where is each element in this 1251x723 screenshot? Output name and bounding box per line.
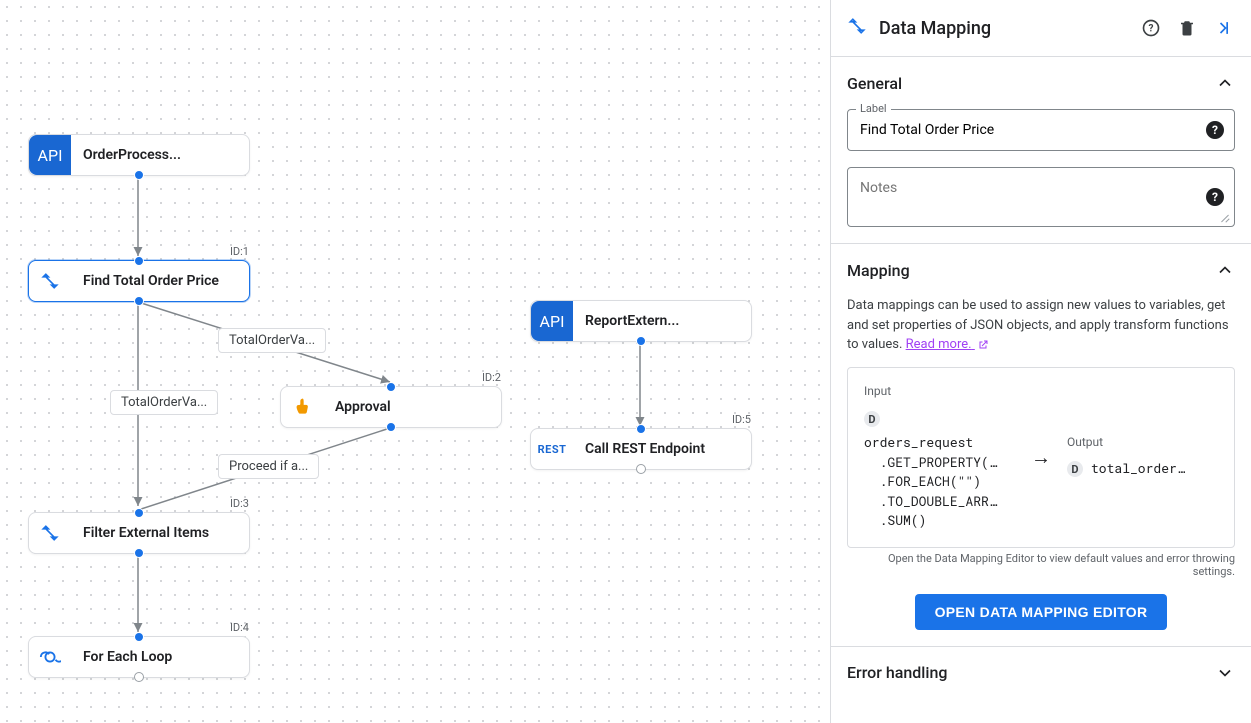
input-column-head: Input bbox=[864, 384, 1015, 398]
approval-icon bbox=[281, 387, 323, 427]
node-for-each-loop[interactable]: For Each Loop ID:4 bbox=[28, 636, 250, 678]
delete-icon[interactable] bbox=[1175, 16, 1199, 40]
rest-icon: REST bbox=[531, 429, 573, 469]
read-more-link[interactable]: Read more. bbox=[906, 337, 989, 352]
variable-type-badge: D bbox=[864, 411, 880, 427]
output-port[interactable] bbox=[134, 548, 144, 558]
node-id-badge: ID:5 bbox=[732, 413, 751, 426]
resize-handle-icon[interactable] bbox=[1220, 212, 1230, 222]
node-id-badge: ID:3 bbox=[230, 497, 249, 510]
input-port[interactable] bbox=[134, 632, 144, 642]
node-label: For Each Loop bbox=[71, 637, 249, 677]
loop-icon bbox=[29, 637, 71, 677]
node-report-extern-trigger[interactable]: API ReportExtern... bbox=[530, 300, 752, 342]
node-label: Find Total Order Price bbox=[71, 261, 249, 301]
node-label: Filter External Items bbox=[71, 513, 249, 553]
node-label: ReportExtern... bbox=[573, 301, 751, 341]
output-port[interactable] bbox=[636, 336, 646, 346]
node-id-badge: ID:2 bbox=[482, 371, 501, 384]
error-handling-section-toggle[interactable]: Error handling bbox=[847, 663, 1235, 683]
output-port[interactable] bbox=[636, 464, 646, 474]
output-port[interactable] bbox=[134, 170, 144, 180]
general-section-toggle[interactable]: General bbox=[847, 73, 1235, 93]
section-heading: Mapping bbox=[847, 261, 910, 280]
notes-input[interactable] bbox=[860, 180, 1194, 204]
node-label: Call REST Endpoint bbox=[573, 429, 751, 469]
field-help-icon[interactable]: ? bbox=[1206, 188, 1224, 206]
field-help-icon[interactable]: ? bbox=[1206, 121, 1224, 139]
input-port[interactable] bbox=[134, 508, 144, 518]
node-approval[interactable]: Approval ID:2 bbox=[280, 386, 502, 428]
collapse-panel-icon[interactable] bbox=[1211, 16, 1235, 40]
mapping-helper-text: Open the Data Mapping Editor to view def… bbox=[847, 552, 1235, 578]
node-filter-external-items[interactable]: Filter External Items ID:3 bbox=[28, 512, 250, 554]
node-order-process-trigger[interactable]: API OrderProcess... bbox=[28, 134, 250, 176]
input-port[interactable] bbox=[636, 424, 646, 434]
help-icon[interactable]: ? bbox=[1139, 16, 1163, 40]
notes-field[interactable]: ? bbox=[847, 167, 1235, 227]
label-field[interactable]: Label ? bbox=[847, 109, 1235, 151]
input-port[interactable] bbox=[134, 256, 144, 266]
chevron-up-icon bbox=[1215, 260, 1235, 280]
data-mapping-icon bbox=[29, 261, 71, 301]
section-heading: Error handling bbox=[847, 663, 947, 682]
api-trigger-icon: API bbox=[29, 135, 71, 175]
field-label: Label bbox=[856, 102, 891, 115]
open-data-mapping-editor-button[interactable]: OPEN DATA MAPPING EDITOR bbox=[915, 594, 1168, 630]
general-section: General Label ? ? bbox=[831, 56, 1251, 243]
input-expression: orders_request .GET_PROPERTY(… .FOR_EACH… bbox=[864, 433, 1015, 531]
node-find-total-order-price[interactable]: Find Total Order Price ID:1 bbox=[28, 260, 250, 302]
chevron-down-icon bbox=[1215, 663, 1235, 683]
edge-label[interactable]: TotalOrderVa... bbox=[110, 390, 218, 415]
output-variable: total_order… bbox=[1091, 459, 1185, 479]
edge-label[interactable]: Proceed if a... bbox=[218, 454, 319, 479]
workflow-canvas[interactable]: API OrderProcess... Find Total Order Pri… bbox=[0, 0, 831, 723]
output-port[interactable] bbox=[386, 422, 396, 432]
node-label: Approval bbox=[323, 387, 501, 427]
label-input[interactable] bbox=[860, 122, 1194, 138]
node-call-rest-endpoint[interactable]: REST Call REST Endpoint ID:5 bbox=[530, 428, 752, 470]
panel-title: Data Mapping bbox=[879, 18, 1127, 39]
node-id-badge: ID:1 bbox=[230, 245, 249, 258]
svg-text:?: ? bbox=[1149, 23, 1154, 34]
connector-lines bbox=[0, 0, 830, 723]
mapping-section-toggle[interactable]: Mapping bbox=[847, 260, 1235, 280]
input-port[interactable] bbox=[386, 382, 396, 392]
output-port[interactable] bbox=[134, 672, 144, 682]
mapping-section: Mapping Data mappings can be used to ass… bbox=[831, 243, 1251, 646]
node-label: OrderProcess... bbox=[71, 135, 249, 175]
mapping-row[interactable]: Input D orders_request .GET_PROPERTY(… .… bbox=[847, 367, 1235, 548]
properties-panel: Data Mapping ? General Label ? ? bbox=[831, 0, 1251, 723]
output-port[interactable] bbox=[134, 296, 144, 306]
output-column-head: Output bbox=[1067, 435, 1218, 449]
chevron-up-icon bbox=[1215, 73, 1235, 93]
external-link-icon bbox=[977, 339, 989, 351]
edge-label[interactable]: TotalOrderVa... bbox=[218, 328, 326, 353]
arrow-right-icon: → bbox=[1031, 445, 1051, 470]
api-trigger-icon: API bbox=[531, 301, 573, 341]
mapping-description: Data mappings can be used to assign new … bbox=[847, 296, 1235, 355]
data-mapping-icon bbox=[29, 513, 71, 553]
section-heading: General bbox=[847, 74, 902, 93]
node-id-badge: ID:4 bbox=[230, 621, 249, 634]
variable-type-badge: D bbox=[1067, 461, 1083, 477]
error-handling-section: Error handling bbox=[831, 646, 1251, 699]
data-mapping-icon bbox=[847, 16, 867, 40]
